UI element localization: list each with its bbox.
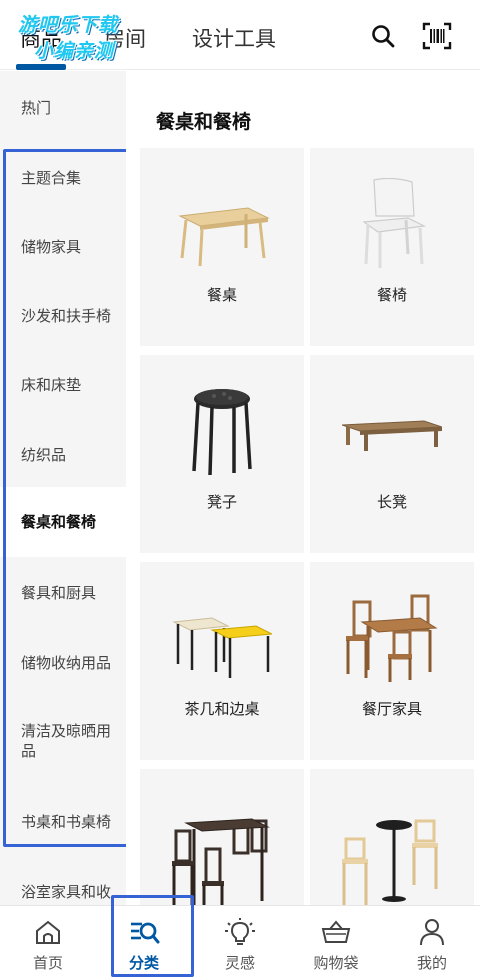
cafe-set-image [342, 819, 438, 905]
lightbulb-icon [225, 918, 255, 945]
basket-icon [321, 920, 351, 943]
nav-profile-label: 我的 [416, 954, 447, 972]
sidebar-item-storage-organizers[interactable]: 储物收纳用品 [0, 653, 126, 673]
category-card-label: 餐厅家具 [361, 700, 422, 718]
user-icon [420, 919, 444, 946]
sidebar-item-storage-furniture[interactable]: 储物家具 [0, 237, 126, 257]
side-tables-image [172, 617, 272, 678]
nav-shopping-bag[interactable]: 购物袋 [288, 906, 384, 980]
sidebar-item-textiles[interactable]: 纺织品 [0, 445, 126, 465]
sidebar-item-kitchenware[interactable]: 餐具和厨具 [0, 583, 126, 603]
top-bar: 商品 房间 设计工具 游吧乐下载 小编亲测 [0, 0, 480, 70]
nav-profile[interactable]: 我的 [384, 906, 480, 980]
category-card-dining-table[interactable]: 餐桌 [140, 148, 304, 346]
sidebar-item-desks[interactable]: 书桌和书桌椅 [0, 812, 126, 832]
category-content: 餐桌和餐椅 餐桌 餐椅 凳子 长凳 茶几和边桌 餐厅家具 [126, 71, 480, 905]
category-card-side-tables[interactable]: 茶几和边桌 [140, 562, 304, 760]
nav-inspiration-label: 灵感 [224, 954, 255, 972]
stool-image [192, 389, 252, 475]
category-card-label: 餐椅 [376, 286, 407, 304]
sidebar-item-beds[interactable]: 床和床垫 [0, 375, 126, 395]
category-card-label: 茶几和边桌 [184, 700, 260, 718]
nav-category-label: 分类 [128, 954, 159, 972]
bar-table-set-image [172, 818, 270, 905]
nav-inspiration[interactable]: 灵感 [192, 906, 288, 980]
search-icon[interactable] [367, 20, 399, 52]
bottom-navigation: 首页 分类 灵感 购物袋 我的 [0, 905, 480, 980]
watermark-line-1: 游吧乐下载 [18, 14, 119, 36]
section-title: 餐桌和餐椅 [156, 111, 252, 133]
active-tab-indicator [16, 64, 66, 70]
category-card-label: 长凳 [376, 493, 407, 511]
watermark: 游吧乐下载 小编亲测 [12, 8, 152, 64]
category-card-bench[interactable]: 长凳 [310, 355, 474, 553]
category-card-dining-chair[interactable]: 餐椅 [310, 148, 474, 346]
sidebar-item-sofas[interactable]: 沙发和扶手椅 [0, 306, 126, 326]
sidebar-item-bathroom[interactable]: 浴室家具和收 [0, 882, 126, 902]
category-search-icon [131, 922, 160, 944]
category-card-label: 餐桌 [206, 286, 237, 304]
nav-home[interactable]: 首页 [0, 906, 96, 980]
sidebar-item-dining[interactable]: 餐桌和餐椅 [0, 487, 126, 557]
sidebar-item-themes[interactable]: 主题合集 [0, 168, 126, 188]
nav-category[interactable]: 分类 [96, 906, 192, 980]
dining-chair-image [362, 178, 427, 268]
category-sidebar[interactable]: 热门 主题合集 储物家具 沙发和扶手椅 床和床垫 纺织品 餐桌和餐椅 餐具和厨具… [0, 71, 126, 905]
nav-home-label: 首页 [32, 954, 63, 972]
dining-set-image [346, 594, 438, 682]
category-card-dining-furniture[interactable]: 餐厅家具 [310, 562, 474, 760]
tab-design-tools[interactable]: 设计工具 [192, 23, 276, 53]
barcode-scan-icon[interactable] [421, 20, 453, 52]
nav-shopping-bag-label: 购物袋 [313, 954, 359, 972]
category-card-bar-set[interactable] [140, 769, 304, 905]
home-icon [36, 920, 60, 944]
dining-table-image [178, 207, 270, 267]
category-card-cafe-set[interactable] [310, 769, 474, 905]
category-card-label: 凳子 [206, 493, 237, 511]
sidebar-item-hot[interactable]: 热门 [0, 98, 126, 118]
category-card-stool[interactable]: 凳子 [140, 355, 304, 553]
sidebar-item-cleaning[interactable]: 清洁及晾晒用品 [0, 721, 126, 761]
watermark-line-2: 小编亲测 [34, 40, 115, 62]
bench-image [342, 420, 442, 451]
